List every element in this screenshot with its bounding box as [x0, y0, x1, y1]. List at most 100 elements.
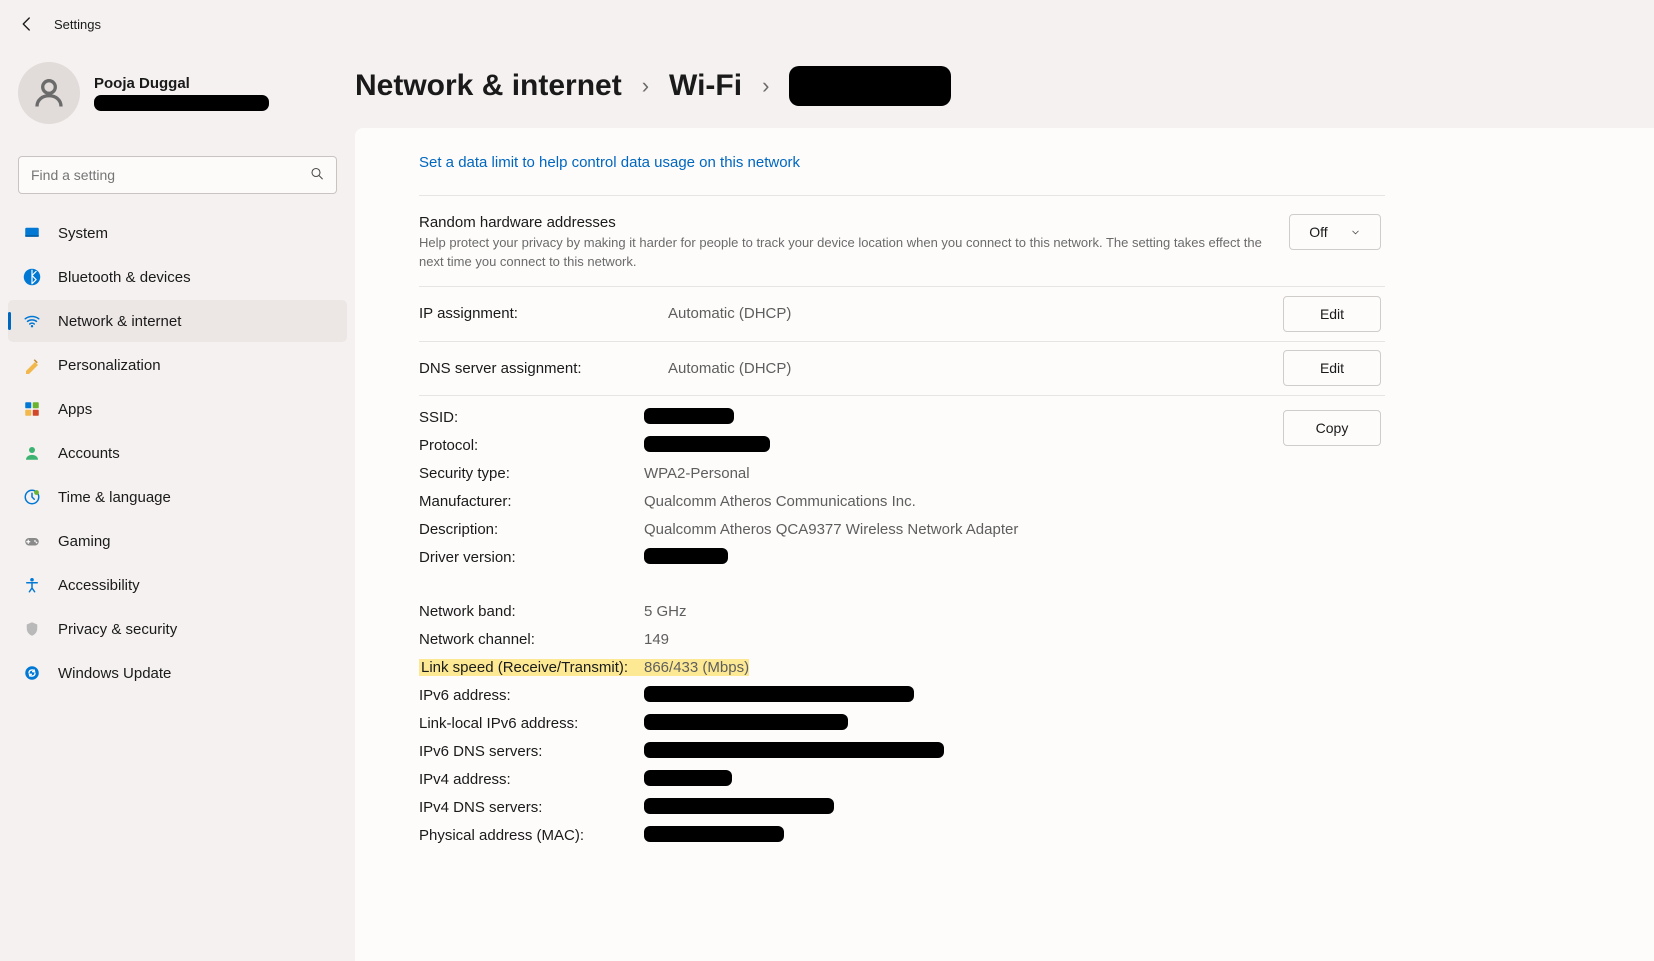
security-label: Security type: — [419, 465, 644, 482]
avatar — [18, 62, 80, 124]
detail-row: Network channel: 149 — [419, 626, 1259, 654]
sidebar-item-accounts[interactable]: Accounts — [8, 432, 347, 474]
sidebar-item-accessibility[interactable]: Accessibility — [8, 564, 347, 606]
detail-row: Security type: WPA2-Personal — [419, 460, 1259, 488]
sidebar-item-time-language[interactable]: Time & language — [8, 476, 347, 518]
detail-row: SSID: — [419, 404, 1259, 432]
random-hw-subtitle: Help protect your privacy by making it h… — [419, 234, 1265, 272]
sidebar-item-label: Bluetooth & devices — [58, 269, 191, 286]
ipv4dns-value-redacted — [644, 798, 834, 814]
sidebar-item-label: Time & language — [58, 489, 171, 506]
driver-value-redacted — [644, 548, 728, 564]
detail-row: Link-local IPv6 address: — [419, 710, 1259, 738]
detail-row: Protocol: — [419, 432, 1259, 460]
random-hw-value: Off — [1309, 224, 1327, 240]
ip-edit-button[interactable]: Edit — [1283, 296, 1381, 332]
random-hw-title: Random hardware addresses — [419, 214, 1265, 231]
random-hw-row: Random hardware addresses Help protect y… — [419, 196, 1385, 286]
sys-icon — [22, 223, 42, 243]
user-block[interactable]: Pooja Duggal — [0, 48, 355, 142]
security-value: WPA2-Personal — [644, 465, 750, 482]
ipv4dns-label: IPv4 DNS servers: — [419, 799, 644, 816]
chevron-down-icon — [1350, 227, 1361, 238]
band-label: Network band: — [419, 603, 644, 620]
ip-assignment-value: Automatic (DHCP) — [668, 305, 1259, 322]
random-hw-dropdown[interactable]: Off — [1289, 214, 1381, 250]
user-name: Pooja Duggal — [94, 75, 269, 92]
search-box — [18, 156, 337, 194]
sidebar-item-personalization[interactable]: Personalization — [8, 344, 347, 386]
app-title: Settings — [54, 17, 101, 32]
chevron-right-icon: › — [762, 73, 769, 99]
main: Network & internet › Wi-Fi › Set a data … — [355, 0, 1654, 961]
ipv4-label: IPv4 address: — [419, 771, 644, 788]
data-limit-link[interactable]: Set a data limit to help control data us… — [419, 128, 1385, 195]
ssid-value-redacted — [644, 408, 734, 424]
detail-row: Network band: 5 GHz — [419, 598, 1259, 626]
search-icon — [309, 166, 325, 185]
sidebar-item-label: Gaming — [58, 533, 111, 550]
arrow-left-icon — [18, 15, 36, 33]
sidebar-item-apps[interactable]: Apps — [8, 388, 347, 430]
titlebar: Settings — [0, 0, 1654, 48]
detail-row: IPv4 address: — [419, 766, 1259, 794]
sidebar-item-label: Accounts — [58, 445, 120, 462]
wifi-icon — [22, 311, 42, 331]
sidebar-item-label: Personalization — [58, 357, 161, 374]
channel-label: Network channel: — [419, 631, 644, 648]
acc-icon — [22, 575, 42, 595]
manufacturer-label: Manufacturer: — [419, 493, 644, 510]
ssid-label: SSID: — [419, 409, 644, 426]
search-input[interactable] — [18, 156, 337, 194]
linkspeed-label: Link speed (Receive/Transmit): — [419, 659, 644, 676]
detail-row: Physical address (MAC): — [419, 822, 1259, 850]
manufacturer-value: Qualcomm Atheros Communications Inc. — [644, 493, 916, 510]
detail-row: IPv4 DNS servers: — [419, 794, 1259, 822]
user-email-redacted — [94, 95, 269, 111]
detail-row: Manufacturer: Qualcomm Atheros Communica… — [419, 488, 1259, 516]
ipv6-label: IPv6 address: — [419, 687, 644, 704]
back-button[interactable] — [18, 15, 36, 33]
ipv4-value-redacted — [644, 770, 732, 786]
linklocal-value-redacted — [644, 714, 848, 730]
dns-assignment-label: DNS server assignment: — [419, 360, 644, 377]
crumb-wifi[interactable]: Wi-Fi — [669, 69, 742, 103]
ip-assignment-label: IP assignment: — [419, 305, 644, 322]
sidebar-item-label: Windows Update — [58, 665, 171, 682]
ipv6-value-redacted — [644, 686, 914, 702]
bt-icon — [22, 267, 42, 287]
description-value: Qualcomm Atheros QCA9377 Wireless Networ… — [644, 521, 1018, 538]
protocol-value-redacted — [644, 436, 770, 452]
content-panel: Set a data limit to help control data us… — [355, 128, 1654, 961]
copy-button[interactable]: Copy — [1283, 410, 1381, 446]
driver-label: Driver version: — [419, 549, 644, 566]
game-icon — [22, 531, 42, 551]
sidebar-item-bluetooth-devices[interactable]: Bluetooth & devices — [8, 256, 347, 298]
sidebar-item-windows-update[interactable]: Windows Update — [8, 652, 347, 694]
linkspeed-value: 866/433 (Mbps) — [644, 659, 749, 676]
dns-assignment-row: DNS server assignment: Automatic (DHCP) … — [419, 341, 1385, 395]
time-icon — [22, 487, 42, 507]
detail-row: Driver version: — [419, 544, 1259, 572]
pers-icon — [22, 355, 42, 375]
sidebar-item-gaming[interactable]: Gaming — [8, 520, 347, 562]
nav-list: System Bluetooth & devices Network & inter… — [0, 212, 355, 694]
breadcrumb: Network & internet › Wi-Fi › — [355, 48, 1654, 128]
crumb-network-name-redacted — [789, 66, 951, 106]
mac-value-redacted — [644, 826, 784, 842]
sidebar-item-system[interactable]: System — [8, 212, 347, 254]
user-icon — [31, 75, 67, 111]
acct-icon — [22, 443, 42, 463]
sidebar-item-label: Network & internet — [58, 313, 181, 330]
sidebar: Pooja Duggal System Bluetooth & devices Ne… — [0, 0, 355, 961]
dns-assignment-value: Automatic (DHCP) — [668, 360, 1259, 377]
dns-edit-button[interactable]: Edit — [1283, 350, 1381, 386]
crumb-network[interactable]: Network & internet — [355, 69, 622, 103]
upd-icon — [22, 663, 42, 683]
sidebar-item-privacy-security[interactable]: Privacy & security — [8, 608, 347, 650]
mac-label: Physical address (MAC): — [419, 827, 644, 844]
channel-value: 149 — [644, 631, 669, 648]
sidebar-item-network-internet[interactable]: Network & internet — [8, 300, 347, 342]
description-label: Description: — [419, 521, 644, 538]
protocol-label: Protocol: — [419, 437, 644, 454]
